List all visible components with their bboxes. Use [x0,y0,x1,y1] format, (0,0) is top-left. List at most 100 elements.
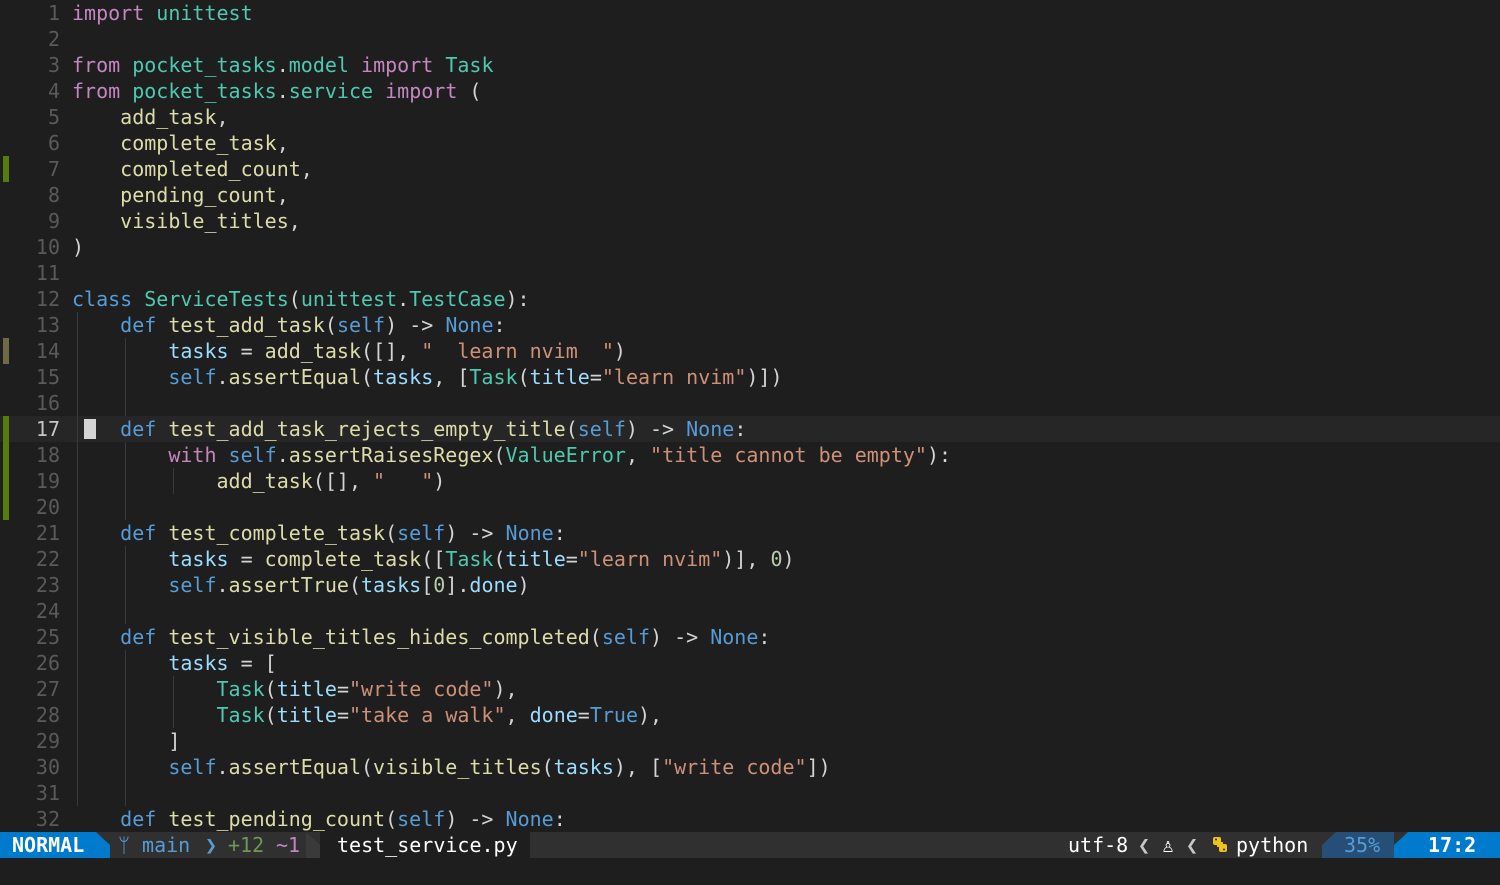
code-token: ( [493,547,506,571]
line-number: 29 [35,729,60,753]
code-line[interactable]: 2 [0,26,1500,52]
code-line[interactable]: 32 def test_pending_count(self) -> None: [0,806,1500,832]
code-line[interactable]: 6 complete_task, [0,130,1500,156]
filetype: python [1236,833,1309,857]
code-text: with self.assertRaisesRegex(ValueError, … [72,442,951,468]
line-number: 30 [35,755,60,779]
code-token: ): [505,287,530,311]
code-token: class [72,287,133,311]
code-token: pocket_tasks [132,53,277,77]
line-number: 26 [35,651,60,675]
code-line[interactable]: 8 pending_count, [0,182,1500,208]
python-icon [1210,832,1230,858]
code-token: self [168,755,217,779]
line-number: 7 [47,157,60,181]
code-token: ) [782,547,795,571]
code-token: ) -> [445,807,506,831]
code-text: from pocket_tasks.model import Task [72,52,494,78]
code-line[interactable]: 26 tasks = [ [0,650,1500,676]
code-line[interactable]: 4 from pocket_tasks.service import ( [0,78,1500,104]
code-line[interactable]: 10) [0,234,1500,260]
code-line[interactable]: 29 ] [0,728,1500,754]
code-line[interactable]: 13 def test_add_task(self) -> None: [0,312,1500,338]
code-token: complete_task [264,547,422,571]
section-separator: ❮ [1138,833,1151,857]
code-token: ( [264,677,277,701]
code-line[interactable]: 3 from pocket_tasks.model import Task [0,52,1500,78]
code-token: self [601,625,650,649]
linux-icon: ♙ [1162,833,1175,857]
code-line[interactable]: 17 def test_add_task_rejects_empty_title… [0,416,1500,442]
code-token: test_add_task [168,313,325,337]
code-token: self [397,521,446,545]
code-token: test_add_task_rejects_empty_title [168,417,566,441]
section-separator: ❮ [1186,833,1199,857]
code-token: self [577,417,626,441]
editor-buffer[interactable]: 1 import unittest 2 3 from pocket_tasks.mode… [0,0,1500,832]
code-line[interactable]: 22 tasks = complete_task([Task(title="le… [0,546,1500,572]
code-token: ) [72,235,85,259]
filename[interactable]: test_service.py [337,832,518,858]
line-number: 10 [35,235,60,259]
code-token: title [276,677,337,701]
code-line[interactable]: 25 def test_visible_titles_hides_complet… [0,624,1500,650]
code-token: = [ [228,651,277,675]
code-token: ]. [445,573,470,597]
line-number: 32 [35,807,60,831]
code-token: ), [ [613,755,663,779]
code-token: Task [445,53,494,77]
git-branch[interactable]: ᛘ main [118,832,190,858]
code-line[interactable]: 20 [0,494,1500,520]
code-text: def test_pending_count(self) -> None: [72,806,566,832]
code-token: ( [385,521,398,545]
command-line[interactable] [0,858,1500,885]
code-line[interactable]: 28 Task(title="take a walk", done=True), [0,702,1500,728]
line-number: 20 [35,495,60,519]
line-number: 9 [47,209,60,233]
code-text: complete_task, [72,130,289,156]
code-token: None [445,313,494,337]
code-line[interactable]: 12 class ServiceTests(unittest.TestCase): [0,286,1500,312]
code-token: assertEqual [228,365,361,389]
code-token: ) [613,339,626,363]
code-token: ), [493,677,518,701]
code-line[interactable]: 7 completed_count, [0,156,1500,182]
code-token: add_task [216,469,313,493]
code-line[interactable]: 31 [0,780,1500,806]
code-token: from [72,53,121,77]
code-line[interactable]: 14 tasks = add_task([], " learn nvim ") [0,338,1500,364]
code-line[interactable]: 15 self.assertEqual(tasks, [Task(title="… [0,364,1500,390]
code-text: tasks = add_task([], " learn nvim ") [72,338,626,364]
code-token: , [505,703,530,727]
code-line[interactable]: 23 self.assertTrue(tasks[0].done) [0,572,1500,598]
code-line[interactable]: 18 with self.assertRaisesRegex(ValueErro… [0,442,1500,468]
code-line[interactable]: 21 def test_complete_task(self) -> None: [0,520,1500,546]
code-line[interactable]: 30 self.assertEqual(visible_titles(tasks… [0,754,1500,780]
code-line[interactable]: 9 visible_titles, [0,208,1500,234]
code-token: None [505,521,554,545]
line-number: 6 [47,131,60,155]
code-token: True [589,703,639,727]
code-token: ) -> [625,417,687,441]
code-token: TestCase [409,287,506,311]
code-line[interactable]: 24 [0,598,1500,624]
code-line[interactable]: 5 add_task, [0,104,1500,130]
code-token: import [385,79,458,103]
code-text: Task(title="write code"), [72,676,518,702]
code-line[interactable]: 11 [0,260,1500,286]
code-token: add_task [120,105,217,129]
code-token: from [72,79,121,103]
code-line[interactable]: 16 [0,390,1500,416]
line-number: 23 [35,573,60,597]
git-changed-sign [3,338,9,364]
code-line[interactable]: 27 Task(title="write code"), [0,676,1500,702]
code-line[interactable]: 19 add_task([], " ") [0,468,1500,494]
git-branch-icon: ᛘ [118,833,130,857]
code-line[interactable]: 1 import unittest [0,0,1500,26]
